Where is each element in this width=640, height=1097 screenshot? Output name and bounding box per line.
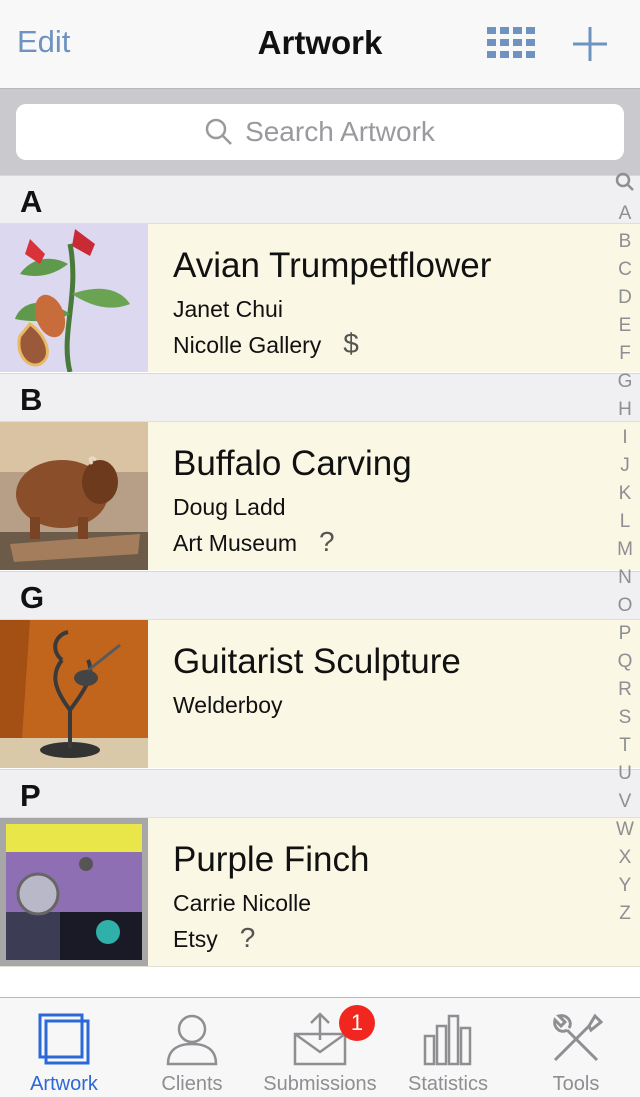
index-letter-u[interactable]: U — [612, 760, 638, 788]
section-letter: B — [20, 382, 43, 417]
grid-icon — [487, 27, 535, 58]
index-letter-r[interactable]: R — [612, 676, 638, 704]
artwork-icon — [38, 1013, 90, 1065]
index-letter-q[interactable]: Q — [612, 648, 638, 676]
index-letter-z[interactable]: Z — [612, 900, 638, 928]
bar-chart-icon — [423, 1014, 472, 1066]
index-letter-p[interactable]: P — [612, 620, 638, 648]
index-letter-w[interactable]: W — [612, 816, 638, 844]
tab-label: Clients — [161, 1073, 223, 1095]
tab-label: Tools — [552, 1073, 600, 1095]
unknown-status-icon: ? — [318, 526, 335, 557]
index-letter-a[interactable]: A — [612, 200, 638, 228]
section-index[interactable]: ABCDEFGHIJKLMNOPQRSTUVWXYZ — [612, 172, 638, 924]
tab-bar: Artwork Clients Submissions Statistics T… — [0, 997, 640, 1097]
submissions-badge: 1 — [339, 1005, 375, 1041]
artwork-artist: Welderboy — [173, 692, 283, 718]
artwork-artist: Janet Chui — [173, 296, 283, 322]
person-icon — [166, 1014, 218, 1066]
artwork-row-purple-finch[interactable]: Purple Finch Carrie Nicolle Etsy? — [0, 817, 640, 966]
index-letter-j[interactable]: J — [612, 452, 638, 480]
index-letter-l[interactable]: L — [612, 508, 638, 536]
tab-label: Artwork — [30, 1073, 98, 1095]
tab-label: Statistics — [407, 1073, 489, 1095]
page-title: Artwork — [257, 24, 383, 61]
index-letter-e[interactable]: E — [612, 312, 638, 340]
plus-icon — [573, 27, 607, 61]
artwork-row-avian-trumpetflower[interactable]: Avian Trumpetflower Janet Chui Nicolle G… — [0, 223, 640, 372]
section-header-b: B — [0, 373, 640, 422]
index-letter-c[interactable]: C — [612, 256, 638, 284]
search-input[interactable]: Search Artwork — [16, 104, 624, 160]
tab-tools[interactable]: Tools — [512, 998, 640, 1097]
unknown-status-icon: ? — [239, 922, 256, 953]
tools-icon — [553, 1013, 603, 1062]
search-icon — [205, 118, 232, 145]
section-header-g: G — [0, 571, 640, 620]
section-letter: G — [20, 580, 45, 615]
artwork-location: Art Museum — [173, 530, 297, 556]
index-letter-h[interactable]: H — [612, 396, 638, 424]
artwork-thumbnail — [0, 224, 148, 372]
tab-artwork[interactable]: Artwork — [0, 998, 128, 1097]
artwork-title: Purple Finch — [173, 840, 370, 879]
artwork-row-guitarist-sculpture[interactable]: Guitarist Sculpture Welderboy — [0, 619, 640, 768]
artwork-row-buffalo-carving[interactable]: Buffalo Carving Doug Ladd Art Museum? — [0, 421, 640, 570]
search-placeholder: Search Artwork — [245, 116, 435, 147]
edit-button[interactable]: Edit — [17, 24, 70, 60]
index-letter-y[interactable]: Y — [612, 872, 638, 900]
tab-label: Submissions — [263, 1073, 377, 1095]
artwork-location: Nicolle Gallery — [173, 332, 322, 358]
add-artwork-button[interactable] — [572, 26, 608, 62]
artwork-thumbnail — [0, 422, 148, 570]
artwork-title: Guitarist Sculpture — [173, 642, 461, 681]
section-letter: A — [20, 184, 43, 219]
price-status-icon: $ — [343, 328, 359, 359]
section-header-a: A — [0, 175, 640, 224]
index-letter-o[interactable]: O — [612, 592, 638, 620]
artwork-location-line: Nicolle Gallery $ — [173, 328, 359, 360]
index-letter-d[interactable]: D — [612, 284, 638, 312]
grid-view-button[interactable] — [487, 27, 535, 59]
index-letter-m[interactable]: M — [612, 536, 638, 564]
index-letter-g[interactable]: G — [612, 368, 638, 396]
index-letter-t[interactable]: T — [612, 732, 638, 760]
index-letter-b[interactable]: B — [612, 228, 638, 256]
artwork-artist: Doug Ladd — [173, 494, 286, 520]
tab-statistics[interactable]: Statistics — [384, 998, 512, 1097]
artwork-title: Buffalo Carving — [173, 444, 412, 483]
index-letter-k[interactable]: K — [612, 480, 638, 508]
section-letter: P — [20, 778, 41, 813]
index-letter-s[interactable]: S — [612, 704, 638, 732]
tab-clients[interactable]: Clients — [128, 998, 256, 1097]
artwork-artist: Carrie Nicolle — [173, 890, 312, 916]
index-letter-v[interactable]: V — [612, 788, 638, 816]
index-letter-n[interactable]: N — [612, 564, 638, 592]
artwork-thumbnail — [0, 620, 148, 768]
index-letter-x[interactable]: X — [612, 844, 638, 872]
index-search-icon[interactable] — [612, 172, 638, 200]
index-letter-i[interactable]: I — [612, 424, 638, 452]
artwork-title: Avian Trumpetflower — [173, 246, 492, 285]
navigation-bar: Edit Artwork — [0, 0, 640, 89]
section-header-p: P — [0, 769, 640, 818]
artwork-location-line: Art Museum? — [173, 526, 335, 558]
artwork-location: Etsy — [173, 926, 218, 952]
list-divider — [0, 966, 640, 967]
index-letter-f[interactable]: F — [612, 340, 638, 368]
artwork-thumbnail — [0, 818, 148, 966]
artwork-location-line: Etsy? — [173, 922, 255, 954]
